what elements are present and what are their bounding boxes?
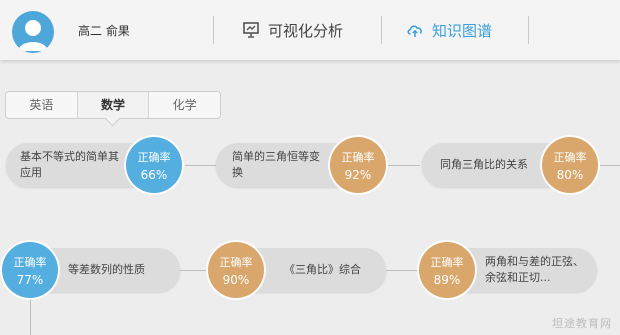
connector-line [598, 165, 620, 166]
accuracy-value: 80% [556, 168, 584, 182]
knowledge-node[interactable]: 基本不等式的简单其应用 正确率 66% [6, 137, 186, 193]
connector-line [30, 298, 31, 335]
avatar[interactable] [12, 11, 54, 53]
nav-knowledge-graph[interactable]: 知识图谱 [406, 18, 492, 42]
header-divider [213, 16, 214, 44]
knowledge-node[interactable]: 正确率 89% 两角和与差的正弦、余弦和正切... [419, 242, 599, 298]
header-divider [381, 16, 382, 44]
watermark: 坦途教育网 [552, 317, 612, 330]
subject-tabs: 英语 数学 化学 [5, 91, 221, 119]
accuracy-label: 正确率 [137, 151, 171, 164]
accuracy-label: 正确率 [219, 256, 253, 269]
accuracy-badge: 正确率 80% [542, 137, 598, 193]
node-topic: 基本不等式的简单其应用 [20, 150, 119, 179]
accuracy-badge: 正确率 90% [208, 242, 264, 298]
knowledge-node[interactable]: 同角三角比的关系 正确率 80% [422, 137, 600, 193]
tab-math[interactable]: 数学 [77, 92, 150, 118]
accuracy-value: 92% [344, 168, 372, 182]
knowledge-node[interactable]: 简单的三角恒等变换 正确率 92% [216, 137, 388, 193]
accuracy-value: 66% [140, 168, 168, 182]
accuracy-badge: 正确率 89% [419, 242, 475, 298]
user-name: 高二 俞果 [78, 24, 130, 38]
node-topic: 等差数列的性质 [68, 263, 145, 276]
accuracy-value: 77% [16, 273, 44, 287]
node-topic: 同角三角比的关系 [440, 158, 528, 171]
top-bar: 高二 俞果 可视化分析 知识图谱 [0, 0, 620, 60]
connector-line [386, 270, 421, 271]
accuracy-badge: 正确率 77% [2, 242, 58, 298]
tab-chemistry[interactable]: 化学 [149, 92, 220, 118]
node-topic: 两角和与差的正弦、余弦和正切... [485, 255, 584, 284]
accuracy-label: 正确率 [430, 256, 464, 269]
accuracy-label: 正确率 [553, 151, 587, 164]
nav-visual-label: 可视化分析 [268, 21, 344, 40]
connector-line [180, 270, 210, 271]
nav-visual-analysis[interactable]: 可视化分析 [242, 18, 343, 42]
accuracy-badge: 正确率 92% [330, 137, 386, 193]
knowledge-node[interactable]: 正确率 90% 《三角比》综合 [208, 242, 388, 298]
accuracy-badge: 正确率 66% [126, 137, 182, 193]
node-topic: 简单的三角恒等变换 [232, 150, 320, 179]
accuracy-label: 正确率 [13, 256, 47, 269]
header-divider [528, 16, 529, 44]
accuracy-label: 正确率 [341, 151, 375, 164]
node-topic: 《三角比》综合 [284, 263, 361, 276]
accuracy-value: 90% [222, 273, 250, 287]
connector-line [386, 165, 420, 166]
accuracy-value: 89% [433, 273, 461, 287]
nav-knowledge-graph-label: 知识图谱 [432, 21, 493, 40]
knowledge-node[interactable]: 正确率 77% 等差数列的性质 [2, 242, 182, 298]
connector-line [185, 165, 218, 166]
user-icon [18, 20, 48, 51]
tab-english[interactable]: 英语 [6, 92, 78, 118]
cloud-upload-icon [406, 21, 424, 39]
chart-board-icon [242, 21, 260, 39]
